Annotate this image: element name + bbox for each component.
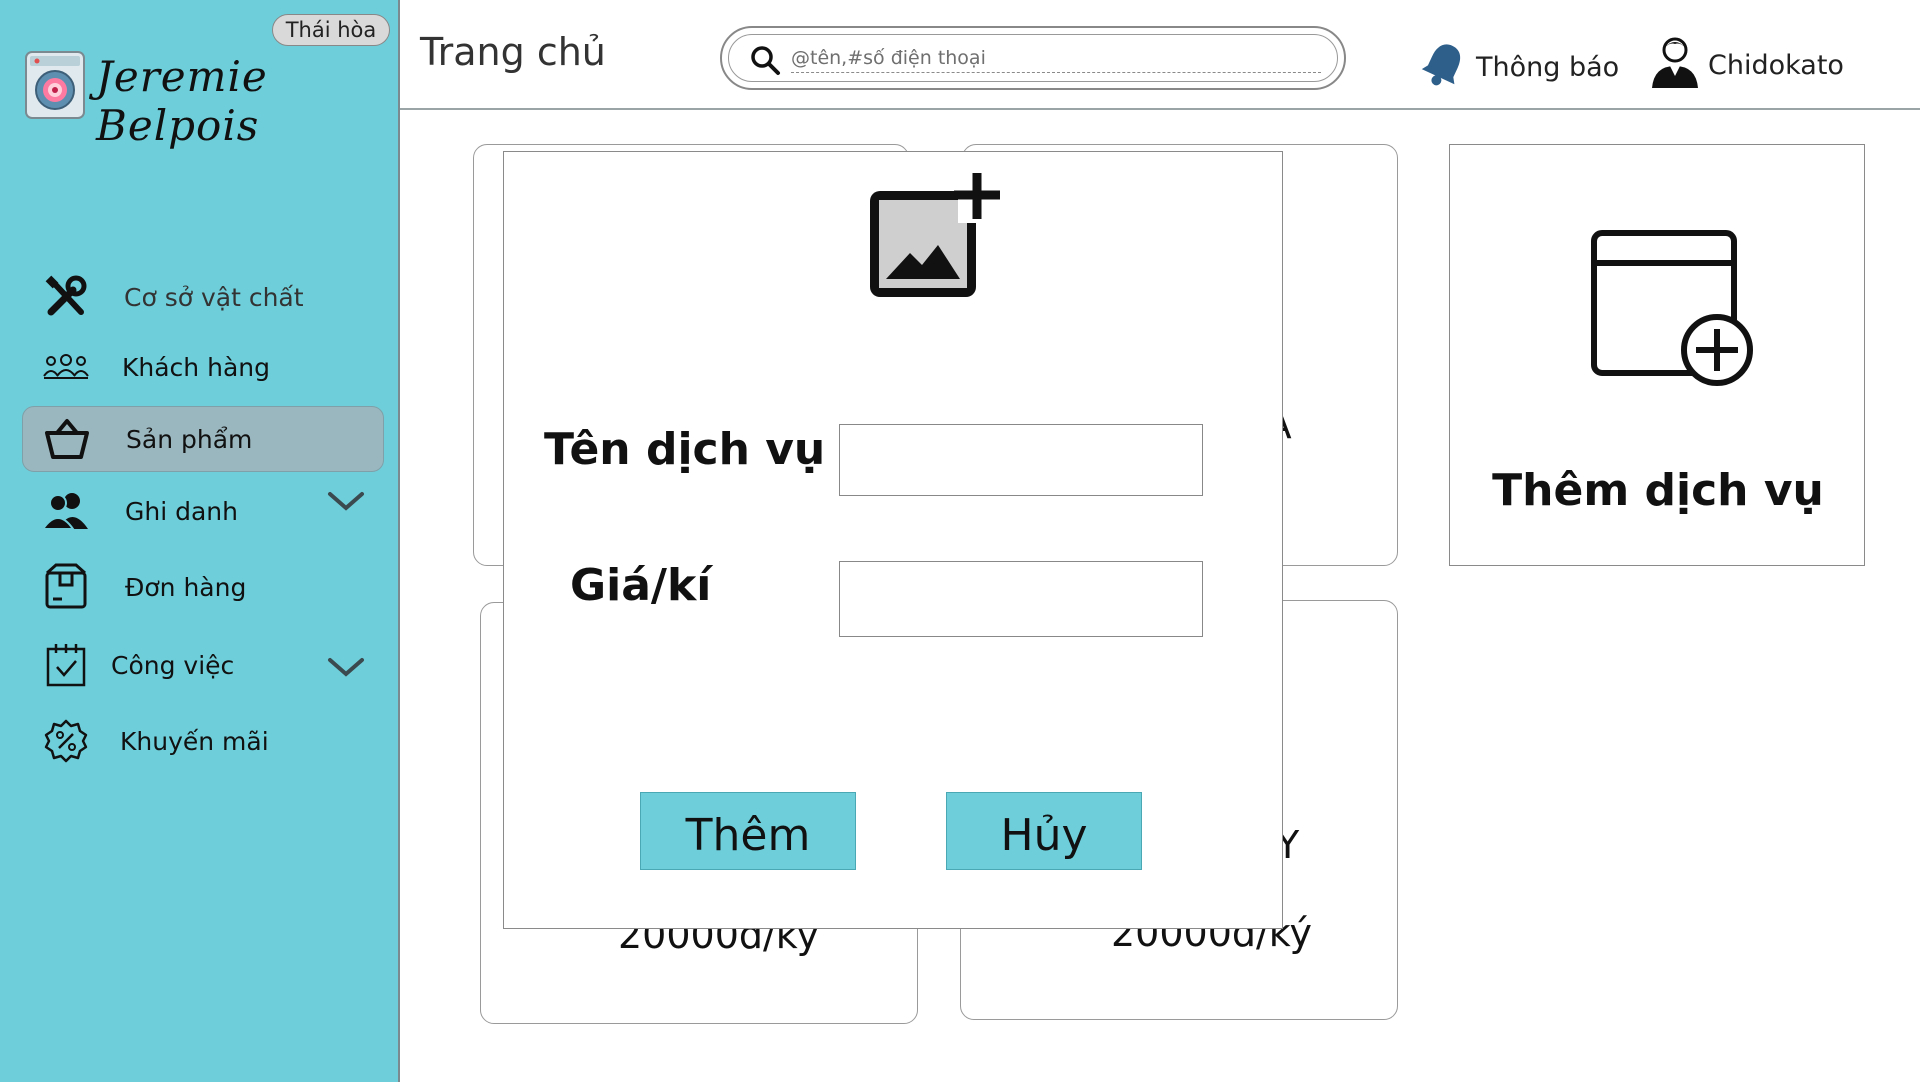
add-service-label: Thêm dịch vụ: [1492, 465, 1824, 516]
add-window-icon: [1591, 230, 1753, 386]
sidebar-item-label: Khách hàng: [122, 352, 270, 382]
user-name: Chidokato: [1708, 50, 1844, 81]
sidebar-item-label: Cơ sở vật chất: [124, 282, 304, 312]
user-avatar-icon: [1652, 37, 1698, 88]
add-service-card[interactable]: Thêm dịch vụ: [1449, 144, 1865, 566]
add-button[interactable]: Thêm: [640, 792, 856, 870]
cancel-button[interactable]: Hủy: [946, 792, 1142, 870]
customers-icon: [42, 343, 90, 391]
tools-icon: [42, 273, 90, 321]
basket-icon: [43, 415, 91, 463]
service-name-label: Tên dịch vụ: [544, 424, 826, 475]
sidebar-item-products[interactable]: Sản phẩm: [22, 406, 384, 472]
bell-icon: [1421, 44, 1461, 86]
branch-badge[interactable]: Thái hòa: [272, 14, 390, 46]
sidebar-item-label: Công việc: [111, 650, 235, 680]
chevron-down-icon[interactable]: [326, 490, 366, 514]
service-name-field[interactable]: [839, 424, 1203, 496]
sidebar: Thái hòa Jeremie Belpois Cơ sở vật chất: [0, 0, 400, 1082]
search-bar[interactable]: [720, 26, 1346, 90]
notifications-label: Thông báo: [1476, 52, 1620, 83]
price-field[interactable]: [839, 561, 1203, 637]
header-divider: [400, 108, 1920, 110]
add-image-icon[interactable]: [866, 169, 1000, 301]
page-title: Trang chủ: [420, 30, 606, 74]
package-icon: [42, 563, 90, 611]
search-icon[interactable]: [749, 44, 781, 76]
chevron-down-icon[interactable]: [326, 656, 366, 680]
users-icon: [42, 487, 90, 535]
add-service-modal: Tên dịch vụ Giá/kí Thêm Hủy: [503, 151, 1283, 929]
sidebar-item-enrollment[interactable]: Ghi danh: [22, 478, 384, 544]
sidebar-item-label: Khuyến mãi: [120, 726, 269, 756]
sidebar-item-label: Đơn hàng: [125, 572, 247, 602]
brand-name: Jeremie Belpois: [96, 52, 268, 150]
sidebar-item-facilities[interactable]: Cơ sở vật chất: [22, 264, 384, 330]
washing-machine-logo-icon: [25, 51, 85, 119]
sidebar-item-tasks[interactable]: Công việc: [22, 632, 384, 698]
calendar-check-icon: [42, 641, 90, 689]
sidebar-item-promotions[interactable]: Khuyến mãi: [22, 708, 384, 774]
sidebar-item-label: Ghi danh: [125, 496, 238, 526]
price-label: Giá/kí: [570, 560, 712, 611]
sidebar-item-customers[interactable]: Khách hàng: [22, 334, 384, 400]
sidebar-item-label: Sản phẩm: [126, 424, 253, 454]
discount-badge-icon: [42, 717, 90, 765]
search-input[interactable]: [791, 43, 1321, 73]
sidebar-item-orders[interactable]: Đơn hàng: [22, 554, 384, 620]
